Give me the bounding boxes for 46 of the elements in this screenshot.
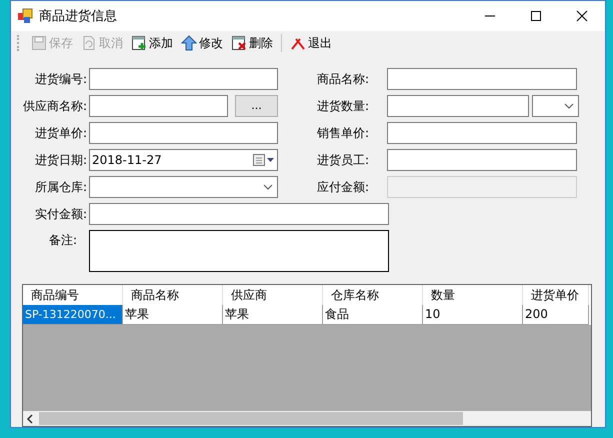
field-label: 应付金额:: [317, 178, 370, 196]
field-label: 实付金额:: [34, 206, 87, 223]
text-field[interactable]: [387, 68, 577, 90]
date-picker[interactable]: 2018-11-27: [89, 148, 278, 171]
text-field[interactable]: [387, 148, 577, 171]
text-field[interactable]: [89, 68, 278, 90]
up-arrow-icon: [181, 35, 197, 52]
table-cell[interactable]: 苹果: [123, 304, 223, 325]
table-cell[interactable]: 食品: [323, 304, 423, 325]
window-title: 商品进货信息: [39, 8, 117, 25]
field-label: 进货员工:: [317, 152, 370, 169]
field-label: 进货数量:: [317, 98, 370, 115]
notes-field[interactable]: [89, 230, 389, 272]
field-label: 供应商名称:: [22, 98, 87, 115]
text-field[interactable]: [89, 122, 278, 144]
text-field[interactable]: [89, 202, 389, 225]
table-cell[interactable]: 苹果: [223, 304, 323, 325]
browse-button[interactable]: ...: [235, 94, 278, 117]
chevron-down-icon: [263, 184, 273, 190]
chevron-down-icon: [564, 102, 574, 109]
warehouse-dropdown[interactable]: [89, 176, 278, 198]
field-label: 所属仓库:: [34, 178, 87, 196]
add-document-icon: [131, 35, 147, 52]
table-cell[interactable]: 10: [423, 304, 523, 325]
scrollbar-thumb[interactable]: [39, 412, 463, 425]
unit-dropdown[interactable]: [532, 94, 579, 117]
field-label: 进货日期:: [34, 152, 87, 169]
text-field[interactable]: [387, 122, 577, 144]
field-label: 备注:: [48, 232, 77, 248]
toolbar-button[interactable]: 删除: [228, 34, 276, 53]
field-label: 销售单价:: [317, 124, 370, 142]
toolbar-button[interactable]: 退出: [287, 34, 335, 53]
field-label: 商品名称:: [317, 70, 370, 88]
undo-page-icon: [81, 35, 97, 52]
table-cell[interactable]: SP-131220070...: [23, 304, 123, 325]
calendar-icon: [253, 154, 275, 166]
date-value: 2018-11-27: [92, 152, 162, 167]
delete-document-icon: [231, 35, 247, 52]
field-label: 进货单价:: [34, 124, 87, 142]
toolbar-button[interactable]: 添加: [128, 34, 176, 53]
text-field[interactable]: [89, 94, 228, 117]
app-icon: [17, 8, 33, 24]
field-label: 进货编号:: [34, 70, 87, 88]
table-cell[interactable]: 200: [523, 304, 589, 325]
text-field[interactable]: [387, 94, 529, 117]
toolbar-button[interactable]: 修改: [178, 34, 226, 53]
